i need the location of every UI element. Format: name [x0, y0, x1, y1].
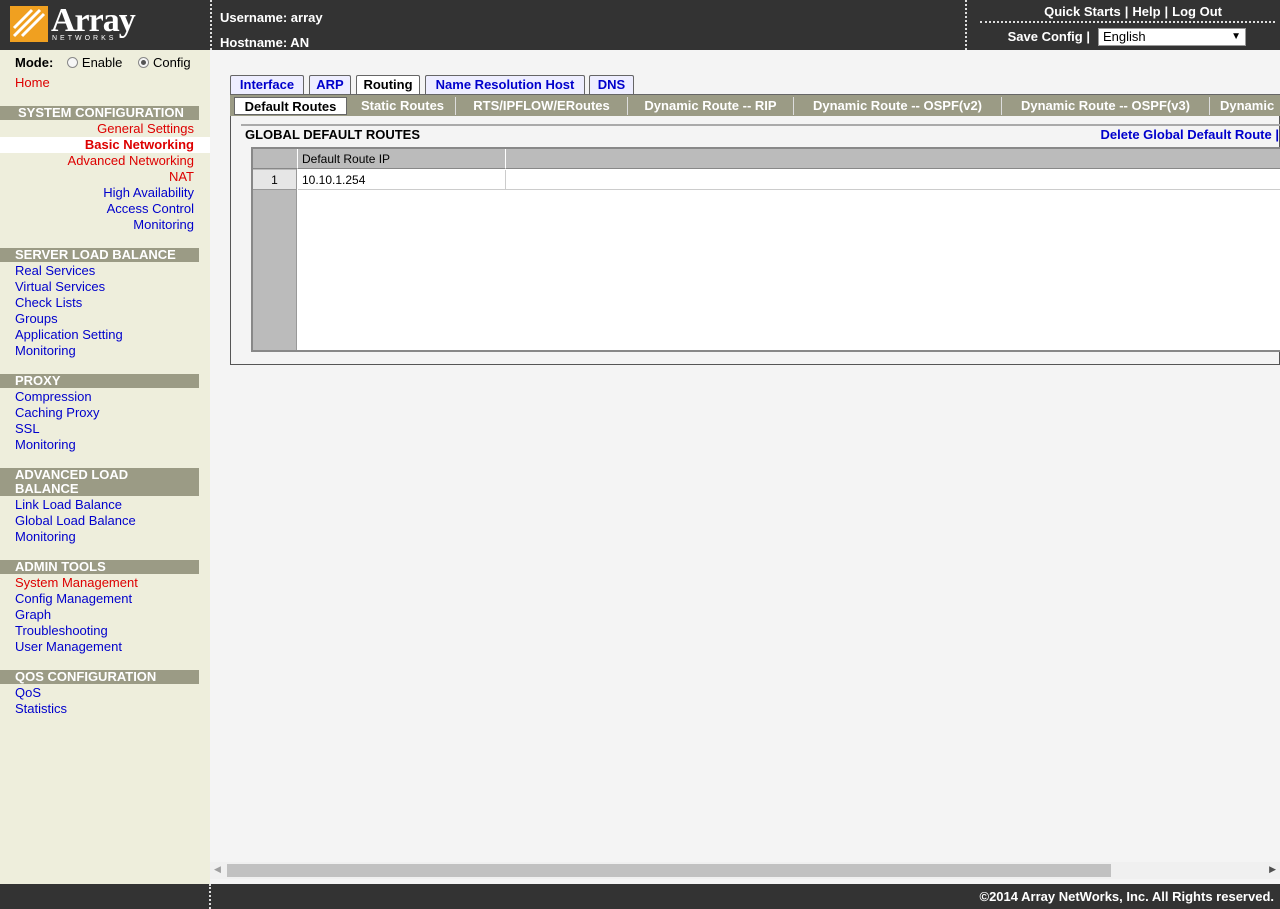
tab-arp[interactable]: ARP: [309, 75, 351, 95]
dropdown-arrow-icon: ▼: [1231, 31, 1241, 42]
table-cell-route-ip[interactable]: 10.10.1.254: [298, 170, 506, 190]
tab-dynamic-route-ospf-v3[interactable]: Dynamic Route -- OSPF(v3): [1002, 97, 1210, 115]
sidebar-item-global-load-balance[interactable]: Global Load Balance: [15, 513, 136, 528]
sidebar-item-advanced-networking[interactable]: Advanced Networking: [68, 153, 194, 168]
mode-enable-label: Enable: [81, 55, 123, 70]
sidebar-item-compression[interactable]: Compression: [15, 389, 92, 404]
sidebar-item-qos[interactable]: QoS: [15, 685, 41, 700]
footer: ©2014 Array NetWorks, Inc. All Rights re…: [0, 884, 1280, 909]
default-routes-table: Default Route IP 1 10.10.1.254: [251, 147, 1280, 352]
section-header-admin-tools: ADMIN TOOLS: [0, 560, 199, 574]
logo-subtitle: NETWORKS: [52, 35, 117, 42]
sidebar-item-troubleshooting[interactable]: Troubleshooting: [15, 623, 108, 638]
column-header-empty: [506, 149, 1280, 169]
sidebar-item-monitoring[interactable]: Monitoring: [15, 529, 76, 544]
row-number-header: [253, 149, 298, 169]
horizontal-scrollbar[interactable]: ◀ ▶: [210, 862, 1280, 879]
section-header-server-load-balance: SERVER LOAD BALANCE: [0, 248, 199, 262]
sidebar-item-nat[interactable]: NAT: [169, 169, 194, 184]
header-dotted-line: [980, 21, 1275, 23]
title-divider: [241, 124, 1280, 126]
scrollbar-thumb[interactable]: [227, 864, 1111, 877]
main-content: Interface ARP Routing Name Resolution Ho…: [210, 50, 1280, 884]
sidebar-item-monitoring[interactable]: Monitoring: [133, 217, 194, 232]
tab-dynamic-route-rip[interactable]: Dynamic Route -- RIP: [628, 97, 794, 115]
language-select[interactable]: English ▼: [1098, 28, 1246, 46]
mode-label: Mode:: [15, 55, 54, 70]
copyright-text: ©2014 Array NetWorks, Inc. All Rights re…: [979, 889, 1275, 904]
row-number: 1: [253, 170, 297, 190]
sidebar-item-virtual-services[interactable]: Virtual Services: [15, 279, 105, 294]
sidebar-item-high-availability[interactable]: High Availability: [103, 185, 194, 200]
separator: |: [1124, 4, 1129, 19]
quick-starts-link[interactable]: Quick Starts: [1044, 4, 1121, 19]
header-divider-right: [965, 0, 967, 50]
sidebar-item-graph[interactable]: Graph: [15, 607, 51, 622]
sidebar-item-application-setting[interactable]: Application Setting: [15, 327, 123, 342]
header-divider: [210, 0, 212, 50]
tab-dynamic-route-ospf-v2[interactable]: Dynamic Route -- OSPF(v2): [794, 97, 1002, 115]
column-header-default-route-ip[interactable]: Default Route IP: [298, 149, 506, 169]
sidebar-item-config-management[interactable]: Config Management: [15, 591, 132, 606]
separator: |: [1086, 29, 1090, 44]
separator: |: [1164, 4, 1169, 19]
array-networks-logo[interactable]: Array NETWORKS: [10, 2, 160, 44]
section-header-advanced-load-balance: ADVANCED LOAD BALANCE: [0, 468, 199, 496]
sidebar-item-system-management[interactable]: System Management: [15, 575, 138, 590]
scroll-left-arrow-icon[interactable]: ◀: [214, 864, 221, 875]
tab-name-resolution-host[interactable]: Name Resolution Host: [425, 75, 585, 95]
sidebar-item-general-settings[interactable]: General Settings: [97, 121, 194, 136]
secondary-tabs: Default Routes Static Routes RTS/IPFLOW/…: [230, 94, 1280, 116]
mode-config-radio[interactable]: [138, 57, 150, 68]
sidebar-item-basic-networking[interactable]: Basic Networking: [85, 137, 194, 152]
sidebar-item-check-lists[interactable]: Check Lists: [15, 295, 82, 310]
sidebar-item-user-management[interactable]: User Management: [15, 639, 122, 654]
sidebar-item-link-load-balance[interactable]: Link Load Balance: [15, 497, 122, 512]
logout-link[interactable]: Log Out: [1172, 4, 1222, 19]
sidebar-item-statistics[interactable]: Statistics: [15, 701, 67, 716]
tab-dynamic-more[interactable]: Dynamic: [1210, 97, 1280, 115]
save-config-area: Save Config |: [1008, 29, 1090, 44]
sidebar-item-monitoring[interactable]: Monitoring: [15, 343, 76, 358]
tab-dns[interactable]: DNS: [589, 75, 634, 95]
section-header-qos-configuration: QOS CONFIGURATION: [0, 670, 199, 684]
help-link[interactable]: Help: [1132, 4, 1160, 19]
sidebar-item-real-services[interactable]: Real Services: [15, 263, 95, 278]
language-value: English: [1103, 29, 1146, 44]
tab-static-routes[interactable]: Static Routes: [350, 97, 456, 115]
tab-routing[interactable]: Routing: [356, 75, 420, 95]
sidebar-item-caching-proxy[interactable]: Caching Proxy: [15, 405, 100, 420]
section-header-proxy: PROXY: [0, 374, 199, 388]
tab-default-routes[interactable]: Default Routes: [234, 97, 347, 115]
mode-config-label: Config: [153, 55, 191, 70]
section-title-line-2: BALANCE: [15, 481, 79, 496]
sidebar-item-ssl[interactable]: SSL: [15, 421, 40, 436]
table-cell-empty: [506, 170, 1280, 190]
scroll-right-arrow-icon[interactable]: ▶: [1269, 864, 1276, 875]
logo-mark-icon: [10, 6, 48, 42]
footer-divider: [209, 884, 211, 909]
default-routes-panel: GLOBAL DEFAULT ROUTES Delete Global Defa…: [230, 116, 1280, 365]
delete-global-default-route-link[interactable]: Delete Global Default Route |: [1101, 127, 1279, 142]
sidebar-item-monitoring[interactable]: Monitoring: [15, 437, 76, 452]
username-label: Username: array: [220, 10, 323, 25]
tab-rts-ipflow-eroutes[interactable]: RTS/IPFLOW/ERoutes: [456, 97, 628, 115]
top-header: Array NETWORKS Username: array Hostname:…: [0, 0, 1280, 50]
user-info: Username: array Hostname: AN: [220, 5, 323, 55]
mode-selector: Mode: Enable Config: [15, 55, 191, 70]
section-title-line-1: ADVANCED LOAD: [15, 467, 129, 482]
tab-interface[interactable]: Interface: [230, 75, 304, 95]
mode-enable-radio[interactable]: [66, 57, 78, 68]
section-header-system-configuration: SYSTEM CONFIGURATION: [0, 106, 199, 120]
quick-links: Quick Starts | Help | Log Out: [1044, 4, 1222, 19]
sidebar-item-home[interactable]: Home: [15, 75, 50, 90]
section-title: GLOBAL DEFAULT ROUTES: [245, 127, 421, 142]
sidebar-item-groups[interactable]: Groups: [15, 311, 58, 326]
sidebar: Mode: Enable Config Home SYSTEM CONFIGUR…: [0, 50, 210, 884]
sidebar-item-access-control[interactable]: Access Control: [107, 201, 194, 216]
save-config-link[interactable]: Save Config: [1008, 29, 1083, 44]
